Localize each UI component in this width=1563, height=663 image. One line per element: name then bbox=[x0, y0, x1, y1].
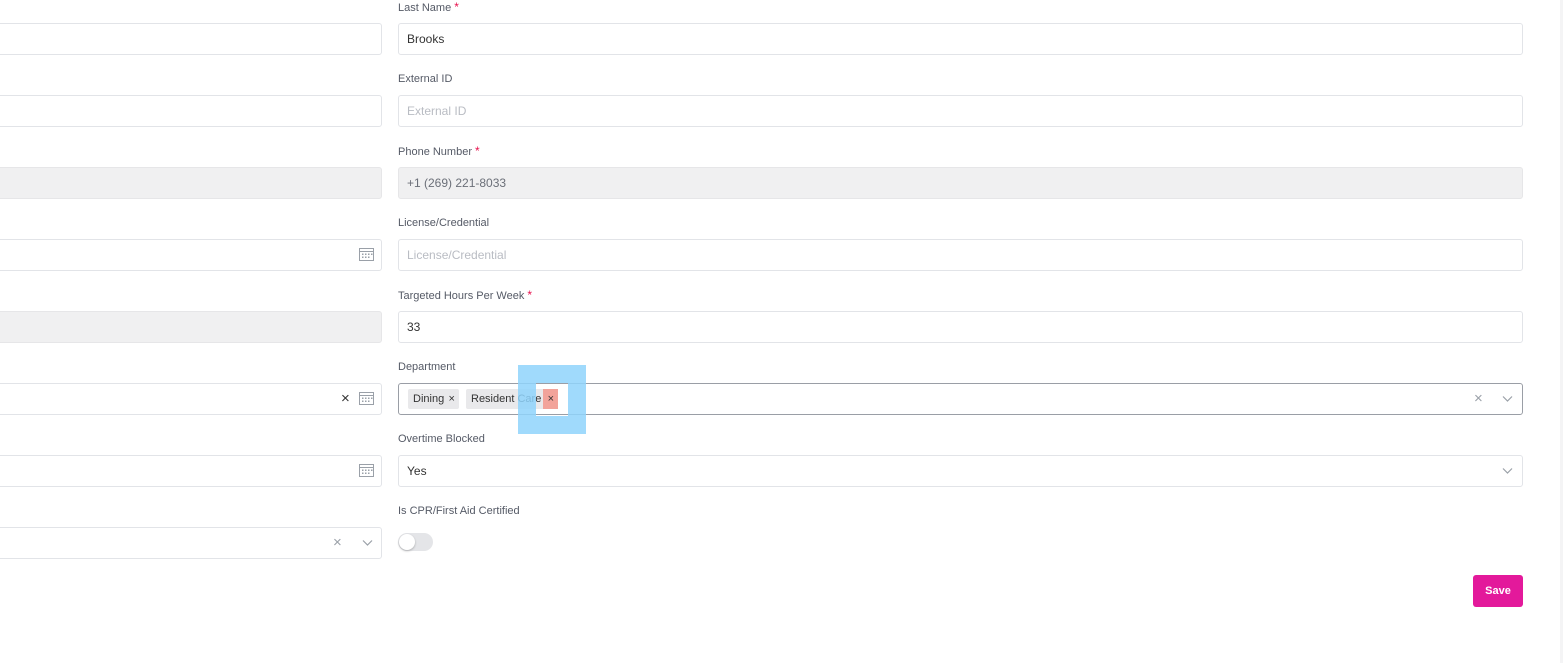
targeted-hours-value: 33 bbox=[407, 320, 421, 334]
department-tag-dining: Dining × bbox=[408, 389, 460, 409]
last-name-input[interactable]: Brooks bbox=[398, 23, 1523, 55]
external-id-label: External ID bbox=[398, 73, 453, 85]
left-date-field-3[interactable] bbox=[0, 455, 382, 487]
required-mark: * bbox=[454, 0, 459, 14]
left-field-5-disabled bbox=[0, 311, 382, 343]
required-mark: * bbox=[527, 288, 533, 302]
click-highlight bbox=[518, 365, 586, 434]
cpr-certified-toggle[interactable] bbox=[398, 533, 433, 551]
chevron-down-icon[interactable] bbox=[362, 539, 373, 547]
phone-number-value: +1 (269) 221-8033 bbox=[407, 176, 507, 190]
calendar-icon[interactable] bbox=[359, 463, 374, 477]
external-id-placeholder: External ID bbox=[407, 104, 467, 118]
targeted-hours-label-text: Targeted Hours Per Week bbox=[398, 290, 525, 302]
overtime-blocked-select[interactable]: Yes bbox=[398, 455, 1523, 487]
cpr-certified-label: Is CPR/First Aid Certified bbox=[398, 505, 520, 517]
license-label: License/Credential bbox=[398, 217, 490, 229]
left-field-1[interactable] bbox=[0, 23, 382, 55]
license-placeholder: License/Credential bbox=[407, 248, 507, 262]
phone-number-label: Phone Number * bbox=[398, 144, 480, 159]
left-date-field-1[interactable] bbox=[0, 239, 382, 271]
overtime-blocked-value: Yes bbox=[407, 464, 427, 478]
select-clear-icon[interactable]: × bbox=[333, 535, 342, 550]
department-label: Department bbox=[398, 361, 456, 373]
targeted-hours-label: Targeted Hours Per Week * bbox=[398, 288, 532, 303]
left-date-field-2[interactable]: × bbox=[0, 383, 382, 415]
calendar-icon[interactable] bbox=[359, 247, 374, 261]
last-name-label-text: Last Name bbox=[398, 2, 452, 14]
department-clear-icon[interactable]: × bbox=[1474, 391, 1483, 406]
targeted-hours-input[interactable]: 33 bbox=[398, 311, 1523, 343]
last-name-value: Brooks bbox=[407, 32, 445, 46]
tag-remove-icon[interactable]: × bbox=[444, 389, 459, 409]
left-select-field[interactable]: × bbox=[0, 527, 382, 559]
last-name-label: Last Name * bbox=[398, 0, 459, 15]
date-clear-icon[interactable]: × bbox=[341, 391, 350, 406]
overtime-blocked-label: Overtime Blocked bbox=[398, 433, 485, 445]
phone-number-label-text: Phone Number bbox=[398, 146, 472, 158]
toggle-knob bbox=[399, 534, 415, 550]
license-input[interactable]: License/Credential bbox=[398, 239, 1523, 271]
save-button[interactable]: Save bbox=[1473, 575, 1523, 607]
calendar-icon[interactable] bbox=[359, 391, 374, 405]
phone-number-input: +1 (269) 221-8033 bbox=[398, 167, 1523, 199]
chevron-down-icon[interactable] bbox=[1502, 467, 1513, 475]
external-id-input[interactable]: External ID bbox=[398, 95, 1523, 127]
left-field-3-disabled bbox=[0, 167, 382, 199]
chevron-down-icon[interactable] bbox=[1502, 395, 1513, 403]
tag-label: Dining bbox=[413, 393, 445, 405]
required-mark: * bbox=[475, 144, 480, 158]
left-field-2[interactable] bbox=[0, 95, 382, 127]
